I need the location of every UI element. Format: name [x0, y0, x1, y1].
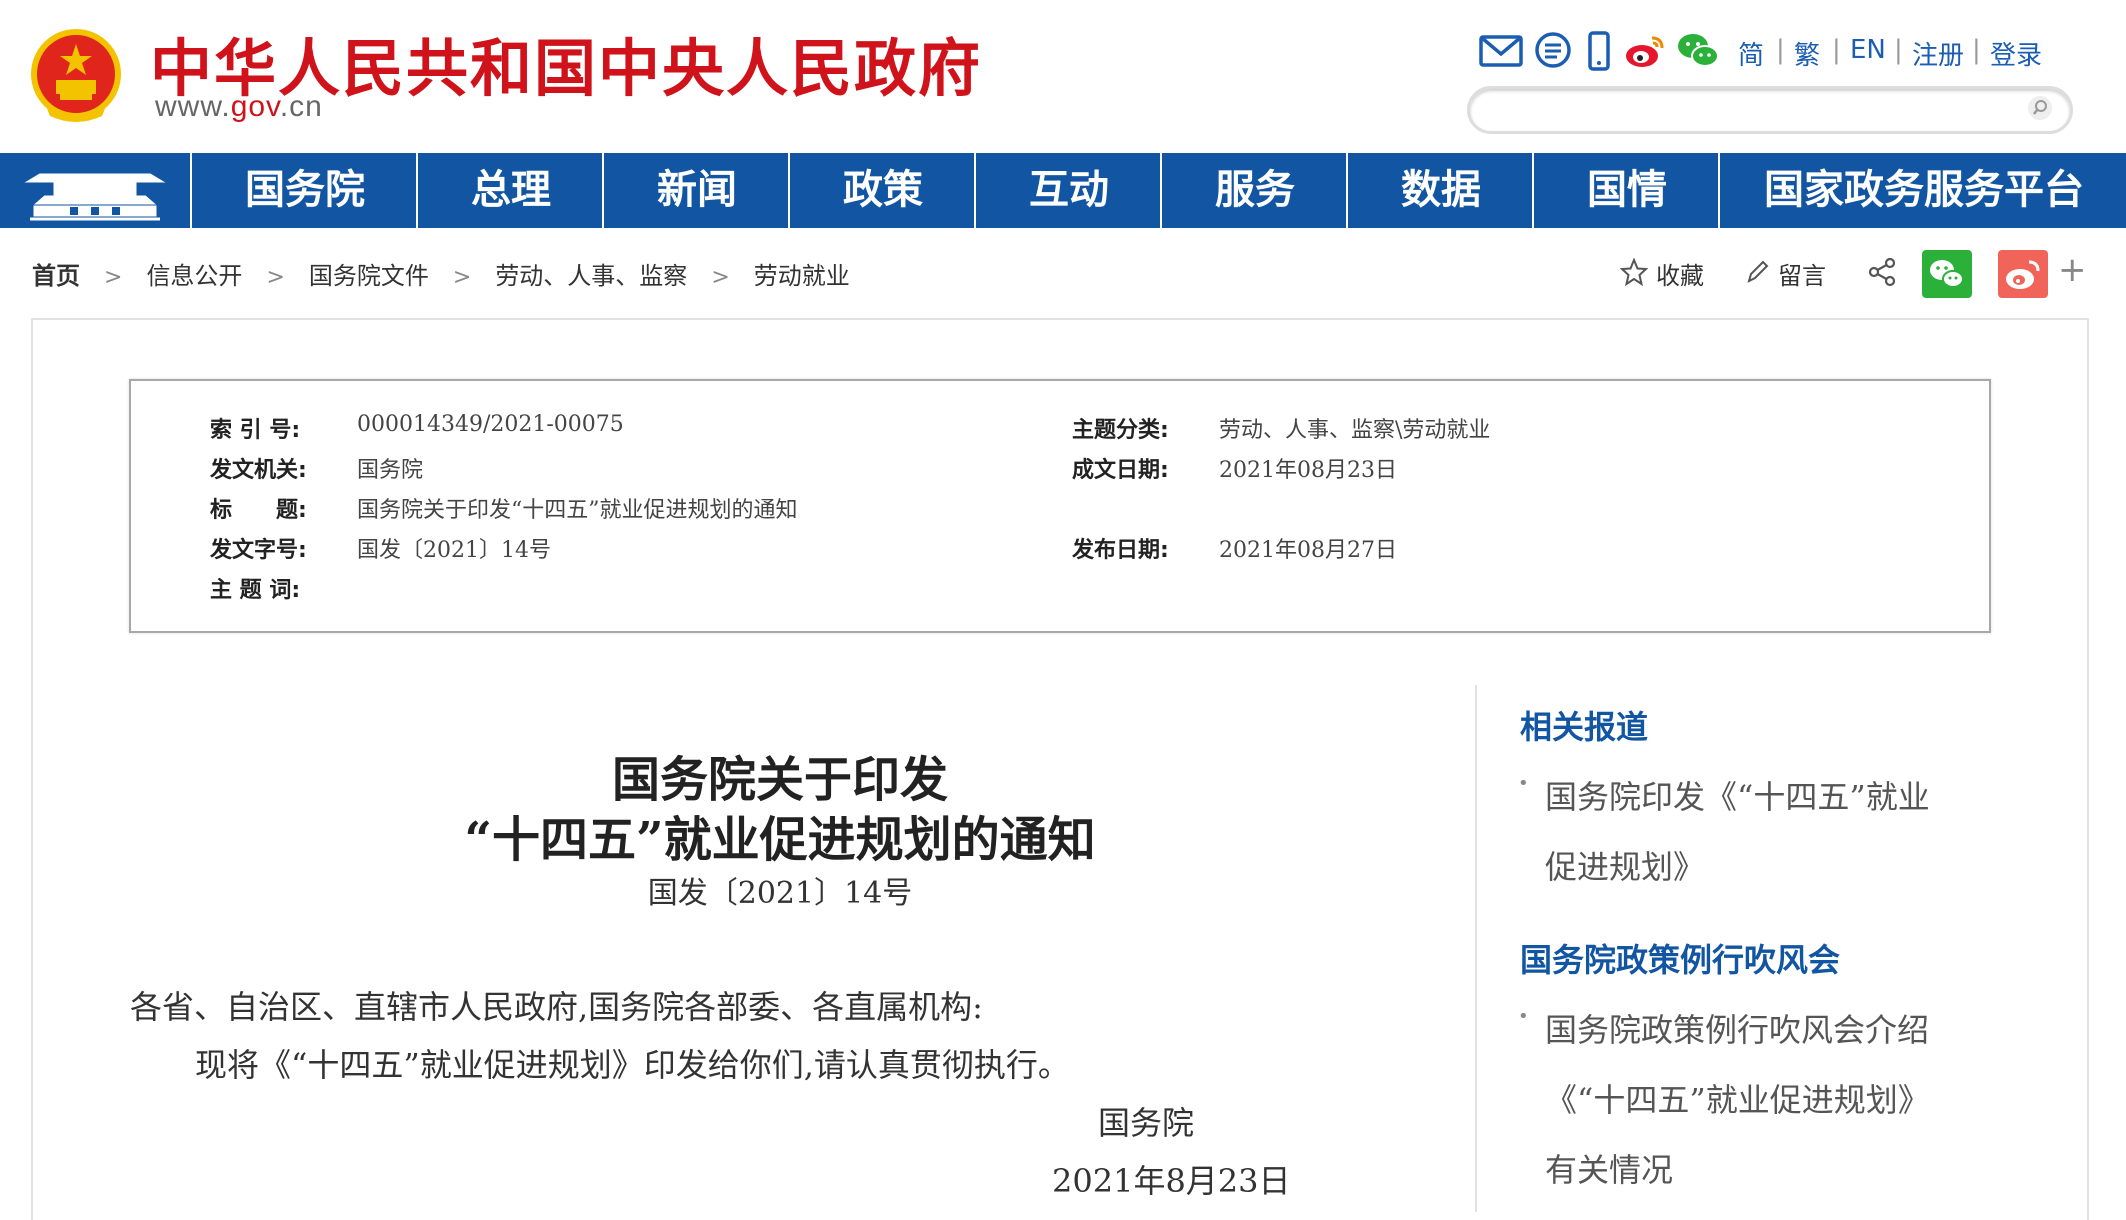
top-separator: |: [1832, 35, 1841, 65]
site-url[interactable]: www.gov.cn: [155, 90, 323, 124]
meta-index-value: 000014349/2021-00075: [357, 412, 624, 437]
bullet-icon: •: [1518, 1006, 1529, 1027]
policy-briefing-link-line3[interactable]: 有关情况: [1545, 1145, 1673, 1191]
breadcrumb-labor-personnel[interactable]: 劳动、人事、监察: [495, 262, 687, 290]
pencil-icon[interactable]: [1744, 258, 1770, 286]
site-url-suffix: .cn: [279, 90, 323, 123]
breadcrumb-employment[interactable]: 劳动就业: [754, 262, 850, 290]
breadcrumb-separator: >: [266, 265, 285, 290]
nav-item-premier[interactable]: 总理: [416, 153, 604, 228]
weibo-icon[interactable]: [1622, 28, 1668, 74]
policy-briefing-link-line1[interactable]: 国务院政策例行吹风会介绍: [1545, 1005, 1929, 1051]
breadcrumb-info-disclosure[interactable]: 信息公开: [146, 262, 242, 290]
meta-written-date-label: 成文日期:: [1072, 458, 1169, 483]
search-input[interactable]: [1467, 86, 2073, 134]
nav-item-data[interactable]: 数据: [1346, 153, 1534, 228]
breadcrumb-separator: >: [104, 265, 123, 290]
wechat-share-icon[interactable]: [1922, 250, 1972, 298]
lang-english-link[interactable]: EN: [1850, 35, 1886, 65]
meta-issuer-label: 发文机关:: [210, 458, 307, 483]
top-separator: |: [1776, 35, 1785, 65]
meta-published-date-label: 发布日期:: [1072, 538, 1169, 563]
breadcrumb-state-council-docs[interactable]: 国务院文件: [309, 262, 429, 290]
lang-simplified-link[interactable]: 简: [1738, 35, 1764, 72]
tiananmen-logo-icon[interactable]: [0, 153, 190, 228]
site-header: 中华人民共和国中央人民政府 www.gov.cn 简 | 繁 | EN | 注册…: [0, 0, 2126, 153]
nav-item-policy[interactable]: 政策: [788, 153, 976, 228]
meta-topic-value: 劳动、人事、监察\劳动就业: [1219, 418, 1491, 443]
weibo-share-icon[interactable]: [1998, 250, 2048, 298]
meta-topic-label: 主题分类:: [1072, 418, 1169, 443]
meta-written-date-value: 2021年08月23日: [1219, 458, 1397, 483]
wechat-icon[interactable]: [1675, 28, 1721, 74]
breadcrumb: 首页 > 信息公开 > 国务院文件 > 劳动、人事、监察 > 劳动就业: [32, 256, 850, 291]
top-separator: |: [1894, 35, 1903, 65]
document-number: 国发〔2021〕14号: [647, 876, 913, 911]
more-share-button[interactable]: +: [2058, 250, 2087, 290]
breadcrumb-separator: >: [452, 265, 472, 290]
nav-item-interaction[interactable]: 互动: [974, 153, 1162, 228]
related-report-link-line1[interactable]: 国务院印发《“十四五”就业: [1545, 772, 1930, 818]
nav-item-services[interactable]: 服务: [1160, 153, 1348, 228]
meta-title-label: 标 题:: [210, 498, 307, 523]
lang-traditional-link[interactable]: 繁: [1794, 35, 1820, 72]
search-icon[interactable]: [2026, 94, 2054, 122]
document-body-paragraph: 现将《“十四五”就业促进规划》印发给你们,请认真贯彻执行。: [195, 1046, 1070, 1084]
nav-item-national-info[interactable]: 国情: [1532, 153, 1720, 228]
meta-issuer-value: 国务院: [357, 458, 424, 483]
meta-doc-number-value: 国发〔2021〕14号: [357, 538, 551, 563]
share-icon[interactable]: [1866, 256, 1898, 288]
document-signer: 国务院: [1098, 1104, 1195, 1142]
site-url-prefix: www.: [155, 90, 231, 123]
document-title-line2: “十四五”就业促进规划的通知: [464, 812, 1096, 868]
meta-published-date-value: 2021年08月27日: [1219, 538, 1397, 563]
policy-briefing-link-line2[interactable]: 《“十四五”就业促进规划》: [1545, 1075, 1930, 1121]
message-icon[interactable]: [1530, 28, 1576, 74]
meta-doc-number-label: 发文字号:: [210, 538, 307, 563]
bullet-icon: •: [1518, 773, 1529, 794]
document-date: 2021年8月23日: [1052, 1162, 1291, 1200]
breadcrumb-separator: >: [711, 265, 730, 290]
mobile-icon[interactable]: [1576, 28, 1622, 74]
meta-keywords-label: 主 题 词:: [210, 578, 301, 603]
breadcrumb-home[interactable]: 首页: [32, 262, 80, 290]
national-emblem-icon[interactable]: [30, 28, 122, 126]
meta-index-label: 索 引 号:: [210, 418, 301, 443]
policy-briefing-heading[interactable]: 国务院政策例行吹风会: [1520, 935, 1840, 981]
nav-item-state-council[interactable]: 国务院: [190, 153, 418, 228]
comment-button[interactable]: 留言: [1778, 256, 1826, 291]
document-salutation: 各省、自治区、直辖市人民政府,国务院各部委、各直属机构:: [130, 988, 983, 1026]
nav-item-gov-service-platform[interactable]: 国家政务服务平台: [1718, 153, 2126, 228]
nav-item-news[interactable]: 新闻: [602, 153, 790, 228]
related-report-link-line2[interactable]: 促进规划》: [1545, 842, 1705, 888]
sidebar-divider: [1475, 685, 1477, 1212]
meta-title-value: 国务院关于印发“十四五”就业促进规划的通知: [357, 498, 798, 523]
login-link[interactable]: 登录: [1990, 35, 2042, 72]
main-nav: 国务院 总理 新闻 政策 互动 服务 数据 国情 国家政务服务平台: [0, 153, 2126, 228]
register-link[interactable]: 注册: [1912, 35, 1964, 72]
site-url-brand: gov: [230, 90, 280, 123]
star-icon[interactable]: [1620, 258, 1648, 286]
email-icon[interactable]: [1478, 28, 1524, 74]
favorite-button[interactable]: 收藏: [1656, 256, 1704, 291]
related-reports-heading[interactable]: 相关报道: [1520, 702, 1648, 748]
top-separator: |: [1972, 35, 1981, 65]
